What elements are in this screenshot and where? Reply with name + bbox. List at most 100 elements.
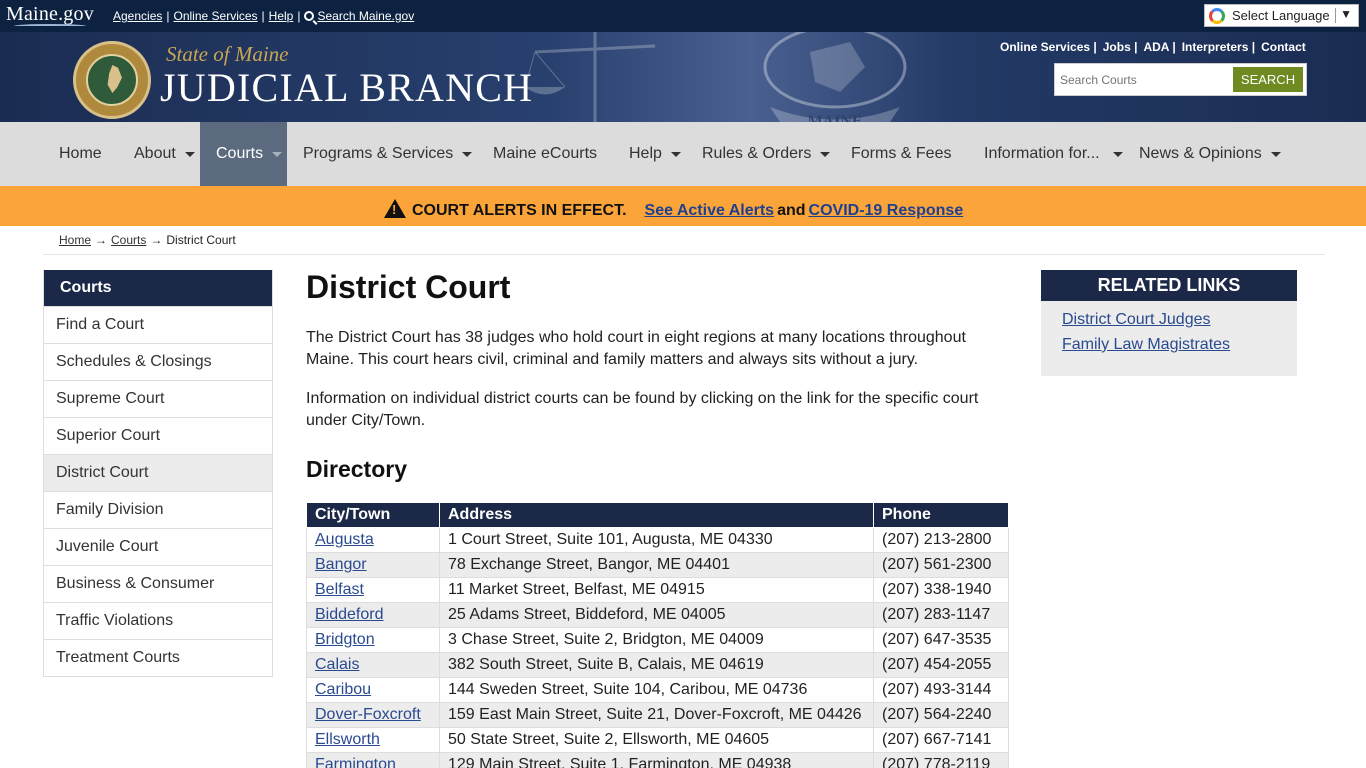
main-content: District Court The District Court has 38… [306, 269, 1009, 768]
table-row: Caribou 144 Sweden Street, Suite 104, Car… [306, 677, 1009, 703]
family-law-magistrates-link[interactable]: Family Law Magistrates [1062, 336, 1297, 354]
search-button[interactable]: SEARCH [1233, 67, 1303, 92]
breadcrumb-courts[interactable]: Courts [111, 233, 146, 247]
cell-phone: (207) 564-2240 [873, 702, 1009, 728]
cell-phone: (207) 283-1147 [873, 602, 1009, 628]
nav-information-for[interactable]: Information for... [968, 122, 1139, 186]
nav-maine-ecourts[interactable]: Maine eCourts [477, 122, 613, 186]
cell-phone: (207) 778-2119 [873, 752, 1009, 768]
court-city-link[interactable]: Augusta [315, 531, 374, 548]
side-item-traffic-violations[interactable]: Traffic Violations [44, 602, 272, 639]
cell-address: 3 Chase Street, Suite 2, Bridgton, ME 04… [439, 627, 874, 653]
court-city-link[interactable]: Bridgton [315, 631, 375, 648]
related-links-heading: RELATED LINKS [1041, 270, 1297, 301]
table-row: Belfast 11 Market Street, Belfast, ME 049… [306, 577, 1009, 603]
nav-rules-orders[interactable]: Rules & Orders [686, 122, 846, 186]
chevron-down-icon [1112, 151, 1123, 157]
table-row: Calais 382 South Street, Suite B, Calais,… [306, 652, 1009, 678]
cell-city-town: Bridgton [306, 627, 440, 653]
search-maine-gov-link[interactable]: Search Maine.gov [317, 9, 414, 23]
site-banner: MAINE State of Maine JUDICIAL BRANCH Onl… [0, 32, 1366, 122]
side-item-superior-court[interactable]: Superior Court [44, 417, 272, 454]
cell-address: 50 State Street, Suite 2, Ellsworth, ME … [439, 727, 874, 753]
header-city-town: City/Town [306, 502, 440, 528]
search-icon [304, 11, 315, 21]
util-online-services-link[interactable]: Online Services | [1000, 40, 1097, 54]
chevron-down-icon [462, 151, 473, 157]
cell-city-town: Farmington [306, 752, 440, 768]
cell-address: 159 East Main Street, Suite 21, Dover-Fo… [439, 702, 874, 728]
side-item-business-consumer[interactable]: Business & Consumer [44, 565, 272, 602]
chevron-down-icon [820, 151, 831, 157]
nav-courts[interactable]: Courts [200, 122, 287, 186]
maine-map-icon [107, 65, 122, 93]
cell-phone: (207) 493-3144 [873, 677, 1009, 703]
cell-city-town: Belfast [306, 577, 440, 603]
cell-city-town: Biddeford [306, 602, 440, 628]
cell-address: 382 South Street, Suite B, Calais, ME 04… [439, 652, 874, 678]
cell-phone: (207) 213-2800 [873, 527, 1009, 553]
side-item-treatment-courts[interactable]: Treatment Courts [44, 639, 272, 676]
district-court-judges-link[interactable]: District Court Judges [1062, 311, 1297, 329]
alert-title: COURT ALERTS IN EFFECT. [412, 202, 627, 219]
covid-19-response-link[interactable]: COVID-19 Response [809, 202, 964, 219]
side-item-family-division[interactable]: Family Division [44, 491, 272, 528]
court-city-link[interactable]: Caribou [315, 681, 371, 698]
breadcrumb-current: District Court [166, 233, 236, 247]
court-city-link[interactable]: Farmington [315, 756, 396, 768]
side-nav-heading[interactable]: Courts [44, 270, 272, 306]
cell-city-town: Calais [306, 652, 440, 678]
court-city-link[interactable]: Dover-Foxcroft [315, 706, 421, 723]
table-row: Farmington 129 Main Street, Suite 1, Farm… [306, 752, 1009, 768]
cell-phone: (207) 338-1940 [873, 577, 1009, 603]
court-city-link[interactable]: Belfast [315, 581, 364, 598]
table-row: Bangor 78 Exchange Street, Bangor, ME 044… [306, 552, 1009, 578]
side-item-find-a-court[interactable]: Find a Court [44, 306, 272, 343]
google-icon [1209, 8, 1225, 24]
see-active-alerts-link[interactable]: See Active Alerts [645, 202, 775, 219]
util-ada-link[interactable]: ADA | [1143, 40, 1175, 54]
maine-gov-swoosh-icon [14, 24, 86, 28]
table-header-row: City/Town Address Phone [306, 502, 1009, 528]
nav-help[interactable]: Help [613, 122, 697, 186]
side-item-juvenile-court[interactable]: Juvenile Court [44, 528, 272, 565]
court-city-link[interactable]: Calais [315, 656, 359, 673]
agencies-link[interactable]: Agencies [113, 9, 162, 23]
nav-news-opinions[interactable]: News & Opinions [1123, 122, 1297, 186]
nav-forms-fees[interactable]: Forms & Fees [835, 122, 967, 186]
online-services-link[interactable]: Online Services [174, 9, 258, 23]
nav-about[interactable]: About [118, 122, 211, 186]
banner-title[interactable]: JUDICIAL BRANCH [160, 64, 533, 111]
table-row: Ellsworth 50 State Street, Suite 2, Ellsw… [306, 727, 1009, 753]
util-jobs-link[interactable]: Jobs | [1103, 40, 1138, 54]
nav-programs-services[interactable]: Programs & Services [287, 122, 488, 186]
maine-gov-logo[interactable]: Maine.gov [6, 3, 94, 26]
nav-home[interactable]: Home [43, 122, 118, 186]
intro-paragraph: The District Court has 38 judges who hol… [306, 329, 966, 368]
page-title: District Court [306, 269, 511, 305]
court-city-link[interactable]: Ellsworth [315, 731, 380, 748]
chevron-down-icon: ▼ [1340, 7, 1352, 21]
side-item-district-court[interactable]: District Court [44, 454, 272, 491]
judicial-branch-seal[interactable] [73, 41, 151, 119]
cell-city-town: Ellsworth [306, 727, 440, 753]
language-select-label: Select Language [1232, 8, 1330, 23]
cell-address: 144 Sweden Street, Suite 104, Caribou, M… [439, 677, 874, 703]
language-select[interactable]: Select Language ▼ [1204, 4, 1359, 27]
help-link[interactable]: Help [269, 9, 294, 23]
header-phone: Phone [873, 502, 1009, 528]
directory-table: City/Town Address Phone Augusta 1 Court S… [306, 502, 1009, 768]
courts-side-nav: Courts Find a Court Schedules & Closings… [43, 270, 273, 677]
util-interpreters-link[interactable]: Interpreters | [1182, 40, 1255, 54]
chevron-down-icon [1270, 151, 1281, 157]
side-item-supreme-court[interactable]: Supreme Court [44, 380, 272, 417]
court-city-link[interactable]: Biddeford [315, 606, 384, 623]
util-contact-link[interactable]: Contact [1261, 40, 1306, 54]
side-item-schedules-closings[interactable]: Schedules & Closings [44, 343, 272, 380]
search-courts-input[interactable] [1060, 69, 1225, 90]
court-city-link[interactable]: Bangor [315, 556, 367, 573]
utility-nav: Online Services | Jobs | ADA | Interpreters… [1000, 40, 1312, 54]
breadcrumb-home[interactable]: Home [59, 233, 91, 247]
cell-phone: (207) 454-2055 [873, 652, 1009, 678]
directory-heading: Directory [306, 456, 407, 482]
